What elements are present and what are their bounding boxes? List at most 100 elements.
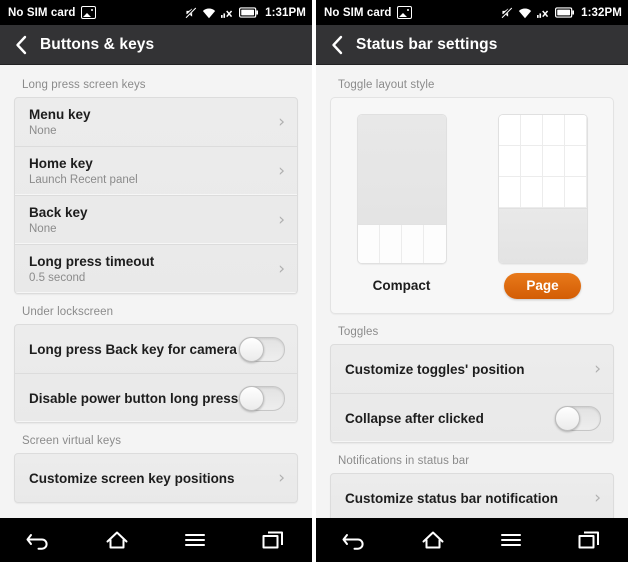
wifi-icon bbox=[519, 7, 532, 18]
nav-home-button[interactable] bbox=[406, 518, 460, 562]
thumbnail-cell bbox=[402, 225, 425, 263]
list-item-title: Menu key bbox=[29, 106, 91, 122]
menu-icon bbox=[185, 534, 205, 546]
nav-recents-button[interactable] bbox=[246, 518, 300, 562]
home-icon bbox=[106, 531, 128, 549]
toggle-collapse-after-clicked[interactable] bbox=[555, 405, 601, 431]
layout-option-compact[interactable]: Compact bbox=[356, 114, 447, 295]
settings-card-screen-virtual-keys: Customize screen key positions › bbox=[14, 453, 298, 503]
layout-option-page[interactable]: Page bbox=[497, 114, 588, 299]
left-phone-screen: No SIM card 1:31PM Buttons & keys Long p… bbox=[0, 0, 312, 562]
chevron-right-icon: › bbox=[278, 209, 285, 230]
back-button[interactable] bbox=[10, 34, 32, 56]
battery-icon bbox=[555, 7, 575, 18]
clock-label: 1:32PM bbox=[581, 6, 622, 19]
section-header-long-press-screen-keys: Long press screen keys bbox=[22, 79, 146, 91]
right-title-bar: Status bar settings bbox=[316, 25, 628, 65]
list-item-home-key[interactable]: Home key Launch Recent panel › bbox=[15, 146, 297, 195]
thumbnail-cell bbox=[564, 146, 587, 177]
clock-label: 1:31PM bbox=[265, 6, 306, 19]
thumbnail-cell bbox=[380, 225, 402, 263]
toggle-knob bbox=[555, 405, 580, 431]
right-phone-screen: No SIM card 1:32PM Status bar settings T… bbox=[316, 0, 628, 562]
list-item-subtitle: 0.5 second bbox=[29, 271, 86, 284]
settings-card-under-lockscreen: Long press Back key for camera Disable p… bbox=[14, 324, 298, 423]
list-item-customize-screen-key-positions[interactable]: Customize screen key positions › bbox=[15, 454, 297, 502]
list-bottom-fade bbox=[0, 502, 312, 518]
toggle-knob bbox=[239, 385, 264, 411]
list-item-customize-status-bar-notification[interactable]: Customize status bar notification › bbox=[331, 474, 613, 518]
sim-card-icon bbox=[80, 6, 96, 19]
nav-menu-button[interactable] bbox=[168, 518, 222, 562]
chevron-right-icon: › bbox=[278, 467, 285, 488]
thumbnail-cell bbox=[424, 225, 445, 263]
thumbnail-cell bbox=[520, 146, 543, 177]
list-item-title: Home key bbox=[29, 155, 93, 171]
list-item-title: Disable power button long press bbox=[29, 390, 239, 406]
status-bar-right: 1:31PM bbox=[184, 6, 306, 19]
list-item-title: Long press Back key for camera bbox=[29, 341, 237, 357]
row-texts: Customize screen key positions bbox=[29, 470, 270, 487]
nav-home-button[interactable] bbox=[90, 518, 144, 562]
list-item-title: Long press timeout bbox=[29, 253, 155, 269]
toggle-disable-power-button-long-press[interactable] bbox=[239, 385, 285, 411]
toggle-long-press-back-key-for-camera[interactable] bbox=[239, 336, 285, 362]
status-bar-left: No SIM card bbox=[324, 6, 412, 19]
nav-back-button[interactable] bbox=[328, 518, 382, 562]
home-icon bbox=[422, 531, 444, 549]
wifi-icon bbox=[203, 7, 216, 18]
list-item-title: Customize toggles' position bbox=[345, 361, 525, 377]
list-item-title: Customize status bar notification bbox=[345, 490, 559, 506]
list-item-title: Collapse after clicked bbox=[345, 410, 484, 426]
row-texts: Menu key None bbox=[29, 106, 270, 139]
list-item-subtitle: None bbox=[29, 124, 57, 137]
status-bar-left: No SIM card bbox=[8, 6, 96, 19]
back-button[interactable] bbox=[326, 34, 348, 56]
list-item-long-press-back-key-for-camera[interactable]: Long press Back key for camera bbox=[15, 325, 297, 373]
status-bar-right: 1:32PM bbox=[500, 6, 622, 19]
vibrate-off-icon bbox=[184, 6, 197, 19]
settings-card-notifications: Customize status bar notification › bbox=[330, 473, 614, 518]
nav-back-button[interactable] bbox=[12, 518, 66, 562]
list-item-collapse-after-clicked[interactable]: Collapse after clicked bbox=[331, 393, 613, 442]
chevron-left-icon bbox=[15, 35, 26, 55]
chevron-right-icon: › bbox=[594, 358, 601, 379]
list-item-long-press-timeout[interactable]: Long press timeout 0.5 second › bbox=[15, 244, 297, 293]
list-item-title: Customize screen key positions bbox=[29, 470, 235, 486]
left-settings-list: Long press screen keys Menu key None › H… bbox=[0, 65, 312, 518]
thumbnail-toggle-grid bbox=[498, 115, 587, 208]
section-header-screen-virtual-keys: Screen virtual keys bbox=[22, 435, 122, 447]
list-item-subtitle: Launch Recent panel bbox=[29, 173, 138, 186]
toggle-layout-style-picker: Compact Page bbox=[330, 97, 614, 314]
thumbnail-cell bbox=[520, 115, 543, 146]
section-header-toggles: Toggles bbox=[338, 326, 379, 338]
layout-option-label-page: Page bbox=[504, 273, 581, 299]
thumbnail-cell bbox=[498, 177, 521, 208]
row-texts: Disable power button long press bbox=[29, 390, 239, 407]
list-item-disable-power-button-long-press[interactable]: Disable power button long press bbox=[15, 373, 297, 422]
list-item-customize-toggles-position[interactable]: Customize toggles' position › bbox=[331, 345, 613, 393]
list-item-subtitle: None bbox=[29, 222, 57, 235]
right-navigation-bar bbox=[316, 518, 628, 562]
left-status-bar: No SIM card 1:31PM bbox=[0, 0, 312, 25]
list-item-title: Back key bbox=[29, 204, 88, 220]
signal-no-service-icon bbox=[537, 9, 549, 18]
row-texts: Long press Back key for camera bbox=[29, 341, 239, 358]
list-item-menu-key[interactable]: Menu key None › bbox=[15, 98, 297, 146]
nav-menu-button[interactable] bbox=[484, 518, 538, 562]
dual-screenshot-container: No SIM card 1:31PM Buttons & keys Long p… bbox=[0, 0, 628, 562]
thumbnail-toggle-strip bbox=[357, 224, 446, 263]
list-item-back-key[interactable]: Back key None › bbox=[15, 195, 297, 244]
thumbnail-cell bbox=[498, 146, 521, 177]
right-status-bar: No SIM card 1:32PM bbox=[316, 0, 628, 25]
thumbnail-cell bbox=[542, 146, 565, 177]
row-texts: Customize status bar notification bbox=[345, 490, 586, 507]
nav-recents-button[interactable] bbox=[562, 518, 616, 562]
page-title: Buttons & keys bbox=[40, 36, 155, 53]
row-texts: Collapse after clicked bbox=[345, 410, 555, 427]
settings-card-long-press-screen-keys: Menu key None › Home key Launch Recent p… bbox=[14, 97, 298, 294]
recents-icon bbox=[262, 531, 283, 549]
section-header-notifications-in-status-bar: Notifications in status bar bbox=[338, 455, 470, 467]
vibrate-off-icon bbox=[500, 6, 513, 19]
section-header-under-lockscreen: Under lockscreen bbox=[22, 306, 114, 318]
